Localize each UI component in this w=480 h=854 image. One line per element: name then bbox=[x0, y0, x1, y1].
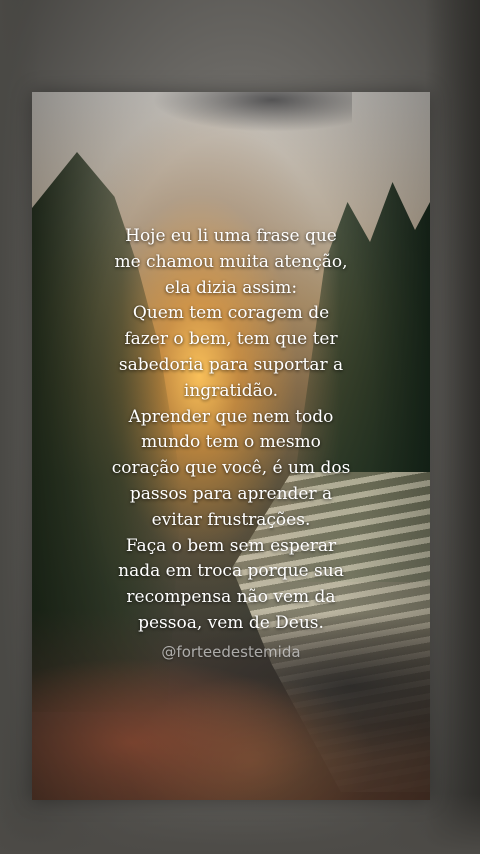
quote-line: Hoje eu li uma frase que bbox=[125, 226, 337, 246]
quote-line: sabedoria para suportar a bbox=[118, 354, 344, 375]
quote-line: passos para aprender a bbox=[129, 483, 333, 504]
quote-line: Aprender que nem todo bbox=[128, 406, 334, 427]
quote-line: me chamou muita atenção, bbox=[114, 251, 348, 272]
outer-blur-right bbox=[425, 0, 480, 854]
quote-card: Hoje eu li uma frase que me chamou muita… bbox=[32, 92, 430, 800]
quote-line: Quem tem coragem de bbox=[132, 303, 330, 324]
quote-line: recompensa não vem da bbox=[126, 587, 336, 608]
quote-line: Faça o bem sem esperar bbox=[125, 535, 337, 556]
quote-line: coração que você, é um dos bbox=[111, 458, 351, 479]
quote-line: evitar frustrações. bbox=[151, 509, 311, 530]
quote-line: ingratidão. bbox=[183, 380, 279, 401]
quote-line: mundo tem o mesmo bbox=[141, 432, 321, 453]
quote-line: ela dizia assim: bbox=[164, 277, 298, 298]
outer-blur-bottom bbox=[0, 794, 480, 854]
watermark-handle: @forteedestemida bbox=[161, 643, 301, 661]
quote-line: fazer o bem, tem que ter bbox=[124, 329, 338, 350]
quote-text: Hoje eu li uma frase que me chamou muita… bbox=[32, 224, 430, 637]
quote-line: pessoa, vem de Deus. bbox=[138, 612, 324, 633]
quote-line: nada em troca porque sua bbox=[118, 561, 344, 582]
